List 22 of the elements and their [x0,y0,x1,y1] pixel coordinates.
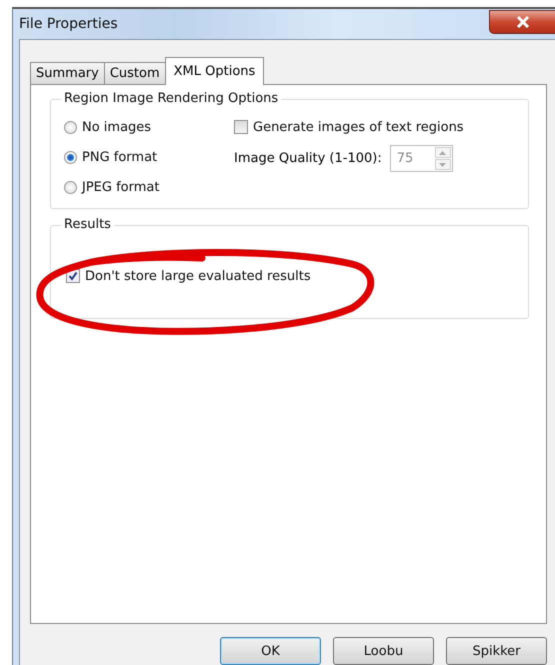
checkbox-option[interactable]: Generate images of text regions [234,118,464,136]
tab[interactable]: Custom [104,62,166,84]
close-icon [516,16,530,28]
image-quality-label: Image Quality (1-100): [234,151,382,166]
up-arrow-icon [439,150,446,154]
checkbox-option[interactable]: Don't store large evaluated results [66,267,528,285]
tab[interactable]: Summary [30,62,105,84]
group-title: Region Image Rendering Options [61,91,282,106]
radio-option[interactable]: JPEG format [64,178,234,196]
radio-button[interactable] [64,150,77,164]
close-button[interactable] [489,10,555,34]
dialog-button[interactable]: Loobu [333,637,434,665]
down-arrow-icon [439,162,446,166]
dialog-button[interactable]: Spikker [446,637,547,665]
radio-option[interactable]: PNG format [64,148,234,166]
radio-option[interactable]: No images [64,118,234,136]
checkbox[interactable] [234,120,248,134]
radio-button[interactable] [64,180,77,194]
dialog-button[interactable]: OK [220,637,321,665]
tab[interactable]: XML Options [164,57,264,85]
radio-button[interactable] [64,120,77,134]
window-title: File Properties [19,16,118,32]
